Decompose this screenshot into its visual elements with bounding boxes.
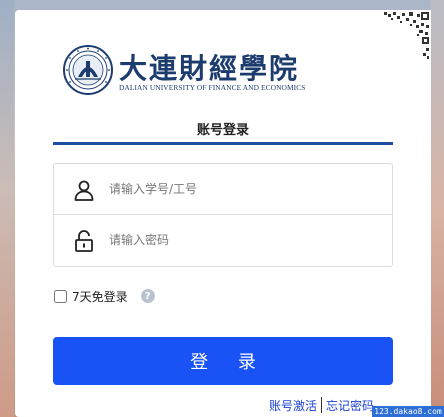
username-input[interactable] (109, 177, 369, 201)
university-name-chinese: 大連財經學院 (119, 52, 300, 85)
forgot-password-link[interactable]: 忘记密码 (326, 397, 374, 414)
background-right (430, 0, 444, 417)
username-field (54, 164, 392, 215)
activate-account-link[interactable]: 账号激活 (269, 397, 317, 414)
qr-code-icon[interactable] (379, 10, 431, 62)
password-input[interactable] (109, 228, 369, 252)
user-icon (74, 180, 94, 201)
tab-underline (53, 142, 393, 145)
account-links: 账号激活 忘记密码 (269, 396, 374, 414)
lock-icon (75, 230, 93, 252)
watermark: 123.dakao8.com (372, 406, 444, 417)
login-card: 大連財經學院 DALIAN UNIVERSITY OF FINANCE AND … (15, 10, 431, 417)
background-left (0, 0, 14, 417)
remember-checkbox[interactable] (54, 289, 67, 303)
password-field (54, 215, 392, 266)
help-icon[interactable]: ? (140, 289, 155, 303)
university-name-english: DALIAN UNIVERSITY OF FINANCE AND ECONOMI… (119, 83, 306, 92)
university-emblem-icon (63, 45, 113, 95)
login-button[interactable]: 登 录 (53, 337, 393, 385)
credentials-box (53, 163, 393, 267)
remember-me: 7天免登录 ? (53, 288, 155, 304)
university-logo: 大連財經學院 DALIAN UNIVERSITY OF FINANCE AND … (63, 45, 323, 105)
remember-label[interactable]: 7天免登录 (72, 288, 128, 305)
link-divider (321, 397, 323, 413)
